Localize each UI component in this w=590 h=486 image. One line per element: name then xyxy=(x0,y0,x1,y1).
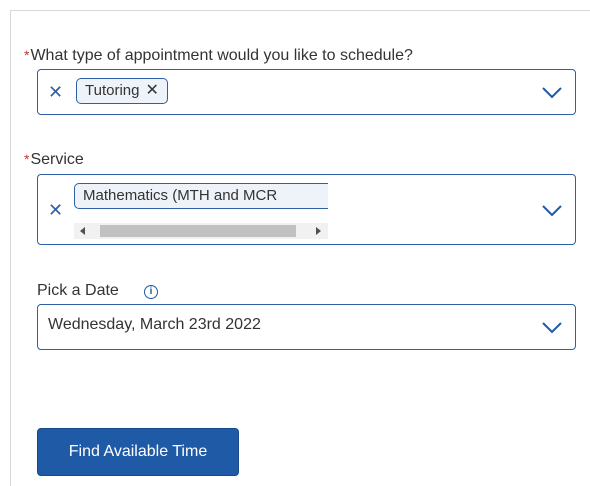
chevron-down-icon[interactable] xyxy=(541,86,563,100)
scrollbar-thumb[interactable] xyxy=(100,225,296,237)
find-available-time-button[interactable]: Find Available Time xyxy=(37,428,239,476)
chevron-down-icon[interactable] xyxy=(541,204,563,218)
chip-label: Tutoring xyxy=(85,82,140,99)
date-value: Wednesday, March 23rd 2022 xyxy=(48,316,261,333)
scroll-right-arrow-icon[interactable] xyxy=(316,227,321,235)
chip-label: Mathematics (MTH and MCR xyxy=(83,187,278,204)
chevron-down-icon[interactable] xyxy=(541,321,563,335)
scroll-left-arrow-icon[interactable] xyxy=(80,227,85,235)
clear-selection-icon[interactable]: ✕ xyxy=(48,201,63,219)
required-marker: * xyxy=(24,151,30,167)
appointment-type-select[interactable]: ✕ Tutoring ✕ xyxy=(37,69,576,115)
date-select[interactable]: Wednesday, March 23rd 2022 xyxy=(37,304,576,350)
selected-chip-service: Mathematics (MTH and MCR xyxy=(74,183,328,209)
required-marker: * xyxy=(24,47,30,63)
selected-chip-tutoring: Tutoring ✕ xyxy=(76,78,168,104)
service-select[interactable]: ✕ Mathematics (MTH and MCR xyxy=(37,174,576,245)
date-label: Pick a Date xyxy=(37,282,119,299)
appointment-type-label: *What type of appointment would you like… xyxy=(24,47,413,64)
service-label: *Service xyxy=(24,151,84,168)
horizontal-scrollbar[interactable] xyxy=(74,223,328,239)
chip-remove-icon[interactable]: ✕ xyxy=(145,82,158,99)
info-icon[interactable]: i xyxy=(144,285,158,299)
clear-selection-icon[interactable]: ✕ xyxy=(48,83,63,101)
